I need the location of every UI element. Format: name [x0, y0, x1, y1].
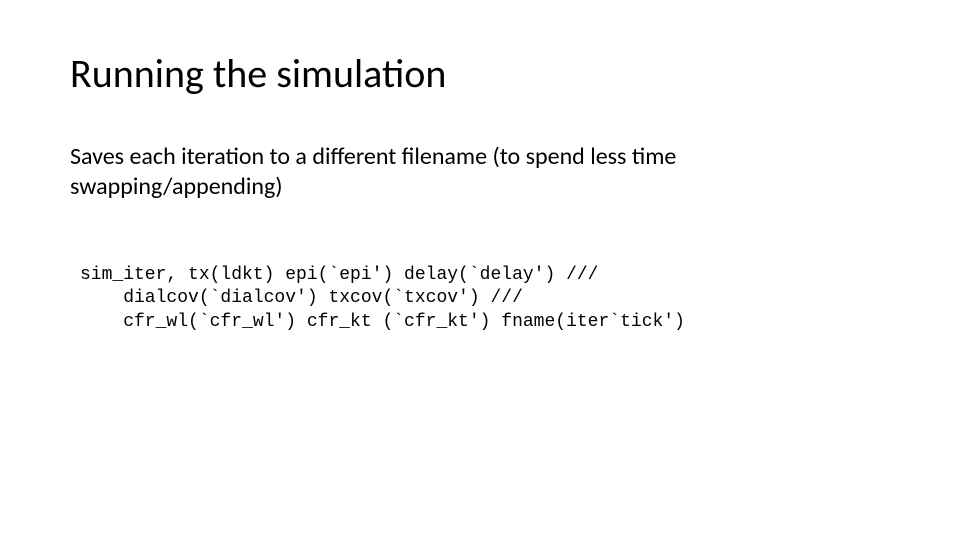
slide-title: Running the simulation: [70, 52, 446, 96]
code-block: sim_iter, tx(ldkt) epi(`epi') delay(`del…: [80, 264, 890, 334]
code-line-3: cfr_wl(`cfr_wl') cfr_kt (`cfr_kt') fname…: [80, 312, 685, 332]
slide-body-text: Saves each iteration to a different file…: [70, 142, 890, 202]
code-line-1: sim_iter, tx(ldkt) epi(`epi') delay(`del…: [80, 265, 598, 285]
slide: Running the simulation Saves each iterat…: [0, 0, 960, 540]
code-line-2: dialcov(`dialcov') txcov(`txcov') ///: [80, 288, 523, 308]
